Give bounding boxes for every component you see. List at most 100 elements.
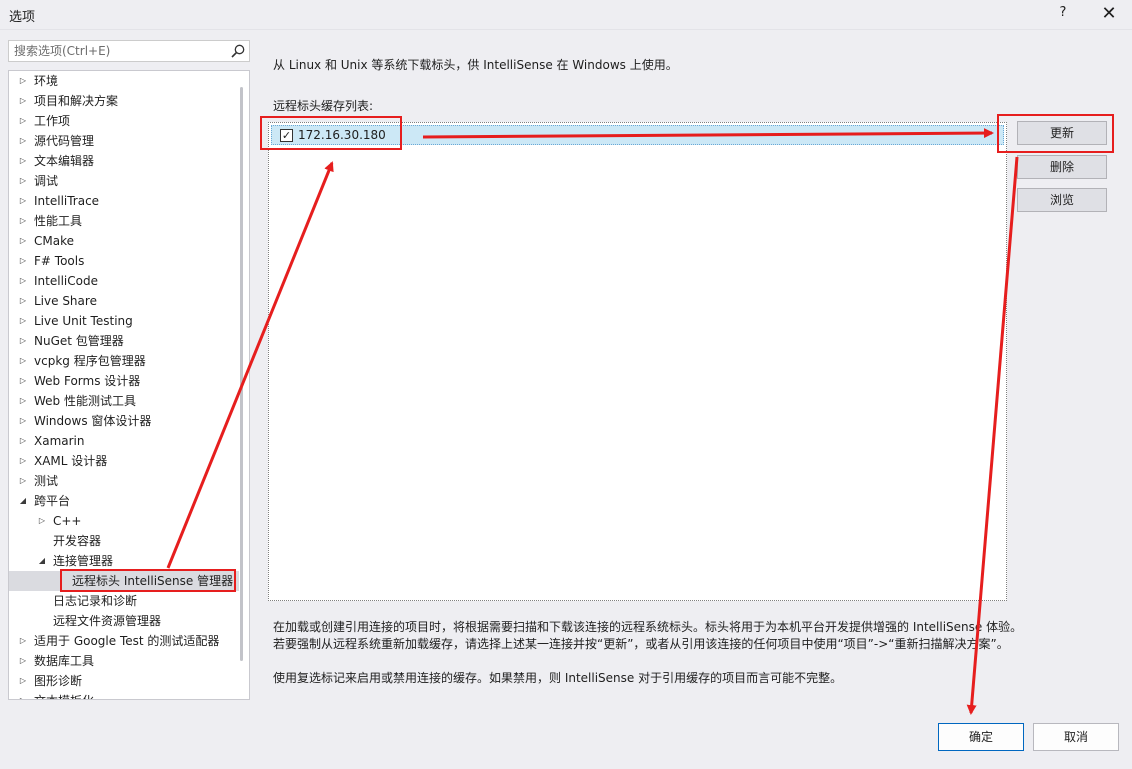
collapsed-arrow-icon[interactable]: ▷ <box>17 111 29 131</box>
tree-item[interactable]: ▷ Live Share <box>9 291 239 311</box>
search-icon[interactable] <box>230 43 246 59</box>
tree-item[interactable]: ▷ IntelliCode <box>9 271 239 291</box>
collapsed-arrow-icon[interactable]: ▷ <box>17 471 29 491</box>
tree-item[interactable]: ▷ IntelliTrace <box>9 191 239 211</box>
collapsed-arrow-icon[interactable]: ▷ <box>17 71 29 91</box>
page-description: 从 Linux 和 Unix 等系统下载标头，供 IntelliSense 在 … <box>273 58 678 72</box>
tree-item-label: Live Share <box>34 294 97 308</box>
tree-item-label: 性能工具 <box>34 214 83 228</box>
tree-item[interactable]: ◢ 连接管理器 <box>9 551 239 571</box>
expanded-arrow-icon[interactable]: ◢ <box>36 551 48 571</box>
tree-item[interactable]: 远程文件资源管理器 <box>9 611 239 631</box>
tree-item[interactable]: ▷ Web 性能测试工具 <box>9 391 239 411</box>
collapsed-arrow-icon[interactable]: ▷ <box>17 151 29 171</box>
tree-item-label: NuGet 包管理器 <box>34 334 124 348</box>
tree-item[interactable]: ▷ 测试 <box>9 471 239 491</box>
description-line-2: 若要强制从远程系统重新加载缓存，请选择上述某一连接并按“更新”，或者从引用该连接… <box>273 637 1009 651</box>
expanded-arrow-icon[interactable]: ◢ <box>17 491 29 511</box>
tree-item[interactable]: ▷ Xamarin <box>9 431 239 451</box>
collapsed-arrow-icon[interactable]: ▷ <box>17 91 29 111</box>
collapsed-arrow-icon[interactable]: ▷ <box>17 251 29 271</box>
tree-item[interactable]: ▷ 调试 <box>9 171 239 191</box>
tree-item[interactable]: ▷ 源代码管理 <box>9 131 239 151</box>
tree-item[interactable]: ▷ NuGet 包管理器 <box>9 331 239 351</box>
collapsed-arrow-icon[interactable]: ▷ <box>17 351 29 371</box>
tree-item-label: 图形诊断 <box>34 674 83 688</box>
tree-item-label: 文本模板化 <box>34 691 94 699</box>
tree-item[interactable]: ▷ 图形诊断 <box>9 671 239 691</box>
collapsed-arrow-icon[interactable]: ▷ <box>17 331 29 351</box>
tree-item-label: 开发容器 <box>53 534 102 548</box>
ok-button[interactable]: 确定 <box>938 723 1024 751</box>
tree-item[interactable]: ▷ 文本编辑器 <box>9 151 239 171</box>
collapsed-arrow-icon[interactable]: ▷ <box>17 171 29 191</box>
tree-item-label: 工作项 <box>34 114 71 128</box>
tree-item[interactable]: 日志记录和诊断 <box>9 591 239 611</box>
tree-item[interactable]: ▷ 文本模板化 <box>9 691 239 699</box>
tree-item[interactable]: ▷ 工作项 <box>9 111 239 131</box>
collapsed-arrow-icon[interactable]: ▷ <box>17 231 29 251</box>
collapsed-arrow-icon[interactable]: ▷ <box>17 131 29 151</box>
tree-item-label: Web 性能测试工具 <box>34 394 136 408</box>
tree-item-label: vcpkg 程序包管理器 <box>34 354 146 368</box>
collapsed-arrow-icon[interactable]: ▷ <box>17 631 29 651</box>
search-box[interactable] <box>8 40 250 62</box>
collapsed-arrow-icon[interactable]: ▷ <box>17 311 29 331</box>
tree-item[interactable]: ▷ Live Unit Testing <box>9 311 239 331</box>
cancel-button[interactable]: 取消 <box>1033 723 1119 751</box>
tree-item-label: CMake <box>34 234 74 248</box>
tree-item-label: IntelliCode <box>34 274 98 288</box>
tree-item-label: XAML 设计器 <box>34 454 108 468</box>
tree-scrollbar[interactable] <box>240 87 243 661</box>
collapsed-arrow-icon[interactable]: ▷ <box>36 511 48 531</box>
annotation-box-tree-item <box>60 569 236 592</box>
tree-item[interactable]: 开发容器 <box>9 531 239 551</box>
tree-item[interactable]: ▷ F# Tools <box>9 251 239 271</box>
tree-item[interactable]: ▷ XAML 设计器 <box>9 451 239 471</box>
tree-item-label: 适用于 Google Test 的测试适配器 <box>34 634 220 648</box>
browse-button[interactable]: 浏览 <box>1017 188 1107 212</box>
host-cache-list[interactable]: ✓ 172.16.30.180 <box>268 122 1007 601</box>
tree-item[interactable]: ▷ 项目和解决方案 <box>9 91 239 111</box>
host-list-label: 远程标头缓存列表: <box>273 99 374 113</box>
annotation-box-host <box>260 116 402 150</box>
tree-item-label: Web Forms 设计器 <box>34 374 141 388</box>
tree-item-label: 文本编辑器 <box>34 154 95 168</box>
collapsed-arrow-icon[interactable]: ▷ <box>17 691 29 699</box>
collapsed-arrow-icon[interactable]: ▷ <box>17 191 29 211</box>
collapsed-arrow-icon[interactable]: ▷ <box>17 271 29 291</box>
tree-item[interactable]: ▷ Windows 窗体设计器 <box>9 411 239 431</box>
collapsed-arrow-icon[interactable]: ▷ <box>17 391 29 411</box>
tree-item[interactable]: ▷ CMake <box>9 231 239 251</box>
tree-item-label: 源代码管理 <box>34 134 95 148</box>
collapsed-arrow-icon[interactable]: ▷ <box>17 411 29 431</box>
tree-item-label: IntelliTrace <box>34 194 100 208</box>
collapsed-arrow-icon[interactable]: ▷ <box>17 671 29 691</box>
tree-item[interactable]: ▷ 环境 <box>9 71 239 91</box>
collapsed-arrow-icon[interactable]: ▷ <box>17 211 29 231</box>
collapsed-arrow-icon[interactable]: ▷ <box>17 371 29 391</box>
close-button[interactable]: ✕ <box>1098 3 1120 25</box>
tree-item-label: 远程文件资源管理器 <box>53 614 162 628</box>
tree-item-label: 数据库工具 <box>34 654 95 668</box>
search-input[interactable] <box>9 41 231 61</box>
description-line-1: 在加载或创建引用连接的项目时，将根据需要扫描和下载该连接的远程系统标头。标头将用… <box>273 620 1023 634</box>
tree-item-label: C++ <box>53 514 82 528</box>
collapsed-arrow-icon[interactable]: ▷ <box>17 291 29 311</box>
collapsed-arrow-icon[interactable]: ▷ <box>17 651 29 671</box>
collapsed-arrow-icon[interactable]: ▷ <box>17 451 29 471</box>
tree-item[interactable]: ▷ C++ <box>9 511 239 531</box>
tree-item-label: 日志记录和诊断 <box>53 594 138 608</box>
tree-item[interactable]: ◢ 跨平台 <box>9 491 239 511</box>
help-button[interactable]: ? <box>1052 5 1074 25</box>
tree-item[interactable]: ▷ 性能工具 <box>9 211 239 231</box>
tree-item-label: 连接管理器 <box>53 554 114 568</box>
tree-item[interactable]: ▷ 数据库工具 <box>9 651 239 671</box>
tree-item-label: Live Unit Testing <box>34 314 133 328</box>
tree-item[interactable]: ▷ Web Forms 设计器 <box>9 371 239 391</box>
options-tree[interactable]: ▷ 环境 ▷ 项目和解决方案 ▷ 工作项 ▷ 源代码管理 ▷ 文本编辑器 ▷ 调试 ▷ IntelliTr… <box>8 70 250 700</box>
delete-button[interactable]: 删除 <box>1017 155 1107 179</box>
collapsed-arrow-icon[interactable]: ▷ <box>17 431 29 451</box>
tree-item[interactable]: ▷ vcpkg 程序包管理器 <box>9 351 239 371</box>
tree-item[interactable]: ▷ 适用于 Google Test 的测试适配器 <box>9 631 239 651</box>
